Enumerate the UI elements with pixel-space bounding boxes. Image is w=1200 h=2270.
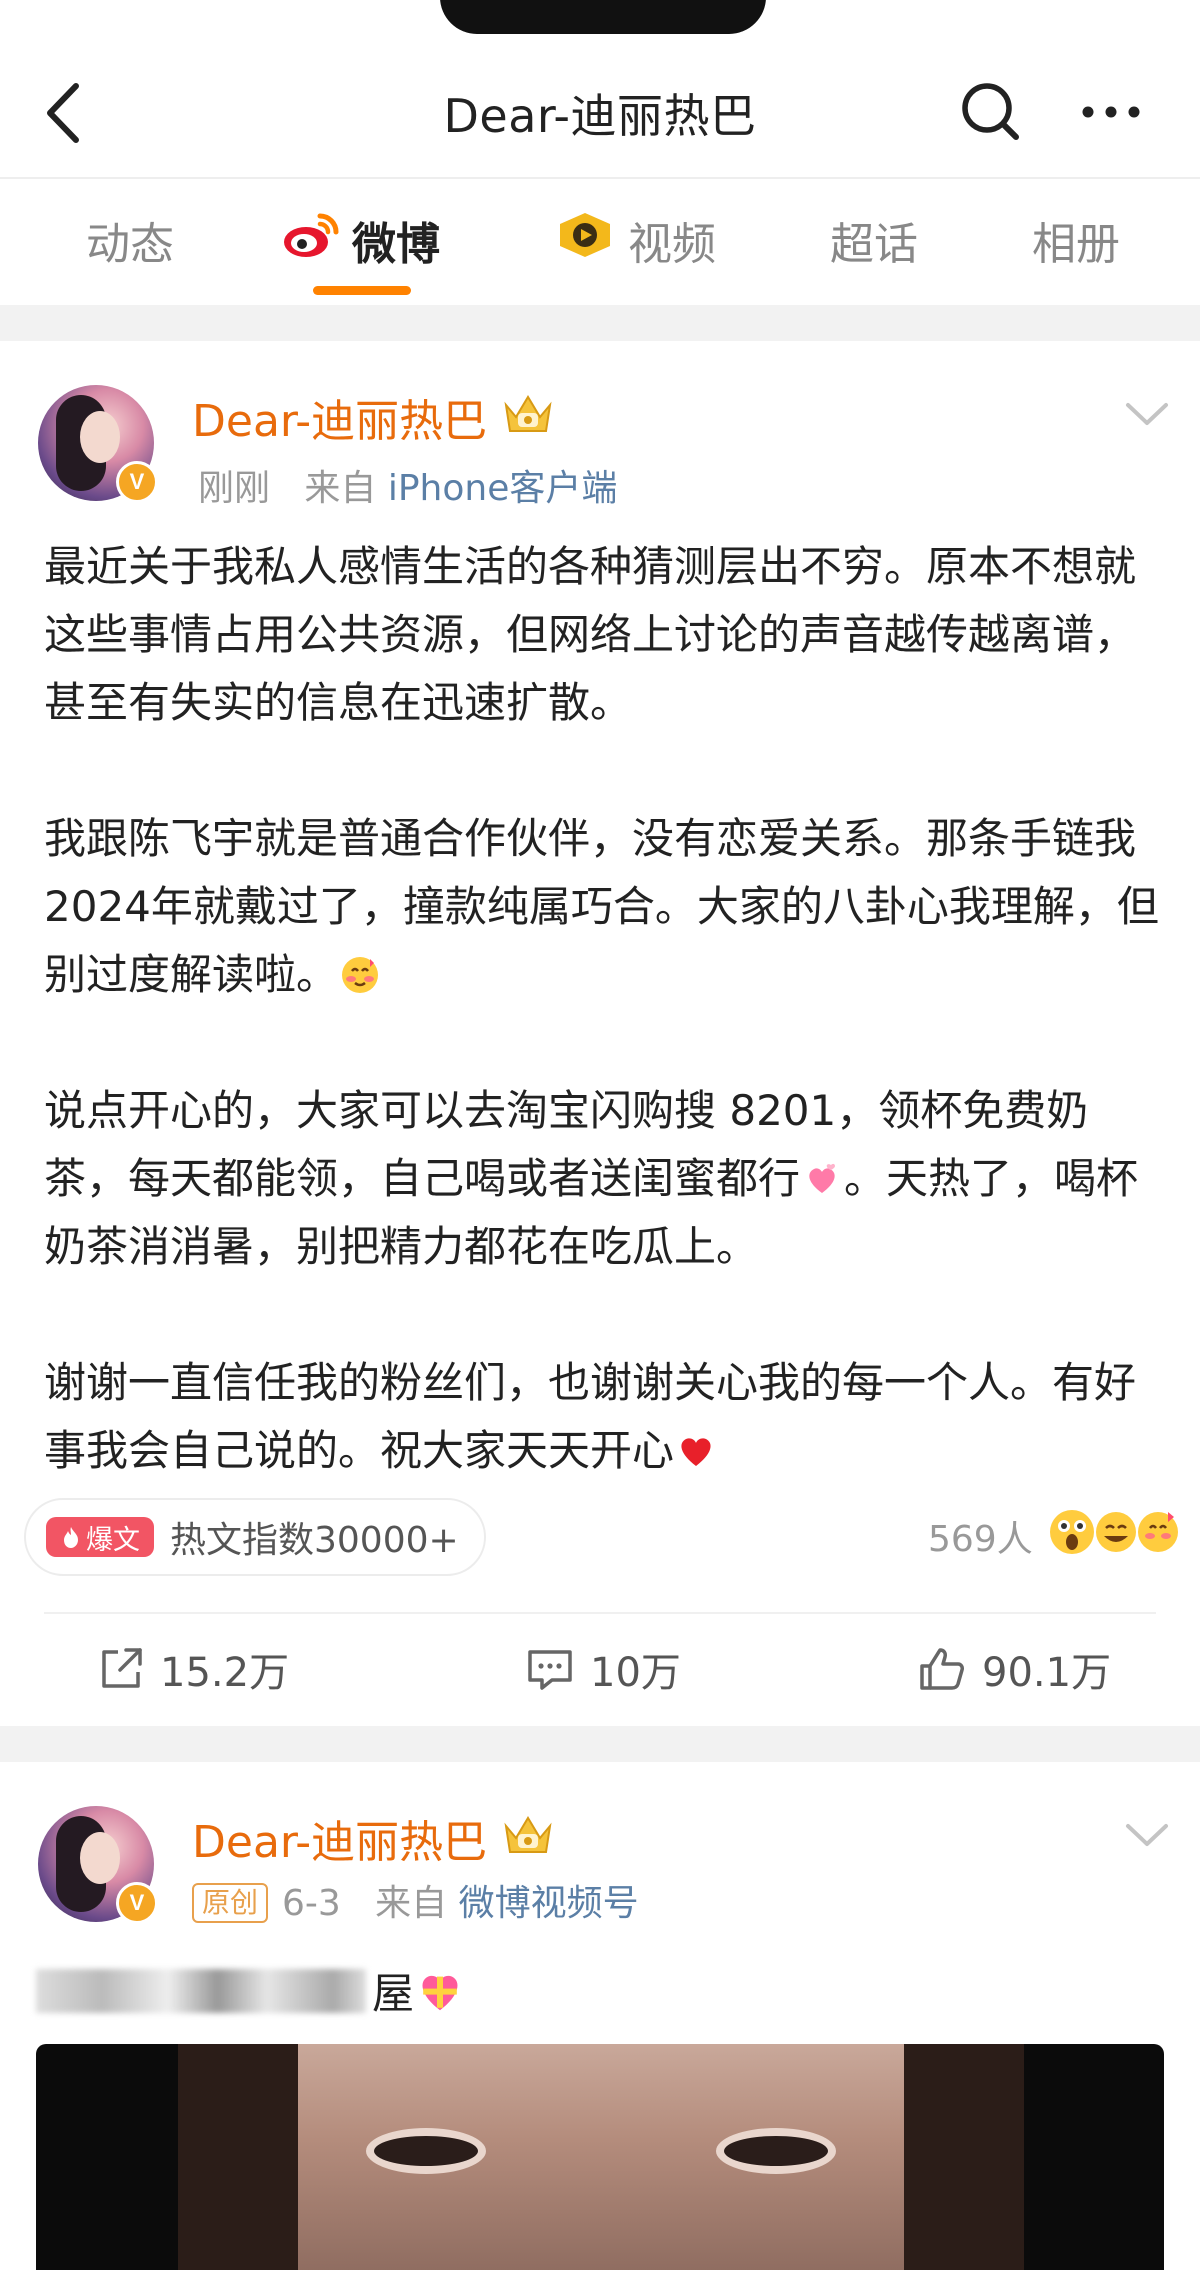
thumbnail-hair-right: [904, 2044, 1024, 2270]
pink-hearts-emoji-icon: [809, 1163, 836, 1193]
comment-button[interactable]: 10万: [524, 1640, 681, 1698]
tab-video[interactable]: 视频: [554, 210, 716, 270]
gift-heart-emoji-icon: [422, 1975, 458, 2010]
post-paragraph: 谢谢一直信任我的粉丝们，也谢谢关心我的每一个人。有好事我会自己说的。祝大家天天开…: [44, 1349, 1164, 1485]
repost-count: 15.2万: [160, 1650, 290, 1696]
comment-icon: [528, 1650, 572, 1690]
search-button[interactable]: [956, 76, 1026, 148]
profile-tabs: 动态 微博 视频 超话 相册: [0, 180, 1200, 305]
red-heart-emoji-icon: [681, 1438, 711, 1466]
source-prefix: 来自: [375, 1883, 448, 1924]
post-paragraph: 说点开心的，大家可以去淘宝闪购搜 8201，领杯免费奶茶，每天都能领，自己喝或者…: [44, 1077, 1164, 1281]
chevron-down-icon[interactable]: [1122, 1818, 1172, 1854]
paragraph-text: 最近关于我私人感情生活的各种猜测层出不穷。原本不想就这些事情占用公共资源，但网络…: [44, 542, 1137, 727]
comment-count: 10万: [590, 1650, 681, 1696]
username[interactable]: Dear-迪丽热巴: [192, 385, 487, 449]
blushing-face-emoji-icon: [342, 957, 379, 993]
thumbs-up-icon: [920, 1648, 964, 1690]
video-channel-icon: [554, 210, 616, 271]
post-source[interactable]: 微博视频号: [459, 1883, 639, 1924]
weibo-logo-icon: [282, 210, 340, 271]
crown-badge-icon: [504, 395, 552, 432]
tab-label: 超话: [830, 219, 918, 270]
fire-icon: [64, 1527, 78, 1548]
more-horizontal-icon: [1082, 106, 1140, 118]
crown-badge-icon: [504, 1816, 552, 1853]
section-gap: [0, 1726, 1200, 1762]
hot-tag-label: 爆文: [86, 1524, 140, 1556]
hot-article-pill[interactable]: 爆文 热文指数30000+: [24, 1498, 486, 1576]
active-tab-indicator: [313, 286, 411, 295]
tab-album[interactable]: 相册: [1032, 210, 1120, 270]
paragraph-text: 我跟陈飞宇就是普通合作伙伴，没有恋爱关系。那条手链我2024年就戴过了，撞款纯属…: [44, 814, 1159, 999]
hot-index-text: 热文指数30000+: [170, 1520, 459, 1561]
post-time: 刚刚: [198, 468, 271, 509]
thumbnail-hair-left: [178, 2044, 298, 2270]
header-divider: [0, 177, 1200, 179]
tab-label: 动态: [86, 219, 174, 270]
post-source[interactable]: iPhone客户端: [388, 468, 618, 509]
post-paragraph: 我跟陈飞宇就是普通合作伙伴，没有恋爱关系。那条手链我2024年就戴过了，撞款纯属…: [44, 805, 1164, 1009]
tab-weibo[interactable]: 微博: [282, 210, 440, 270]
post-paragraph: 最近关于我私人感情生活的各种猜测层出不穷。原本不想就这些事情占用公共资源，但网络…: [44, 533, 1164, 737]
tab-label: 视频: [628, 219, 716, 270]
top-navigation-bar: Dear-迪丽热巴: [0, 40, 1200, 180]
like-button[interactable]: 90.1万: [916, 1640, 1111, 1698]
blurred-text: [36, 1968, 366, 2013]
hot-tag: 爆文: [46, 1517, 154, 1557]
repost-button[interactable]: 15.2万: [96, 1640, 289, 1698]
post-meta: 刚刚 来自 iPhone客户端: [198, 459, 617, 511]
verified-badge-icon: V: [116, 461, 158, 503]
source-prefix: 来自: [304, 468, 377, 509]
dynamic-island: [440, 0, 766, 34]
thumbnail-eye-right: [716, 2128, 836, 2174]
thumbnail-photo: [178, 2044, 1024, 2270]
paragraph-text: 谢谢一直信任我的粉丝们，也谢谢关心我的每一个人。有好事我会自己说的。祝大家天天开…: [44, 1358, 1137, 1475]
tab-label: 微博: [352, 219, 440, 270]
section-gap: [0, 305, 1200, 341]
thumbnail-eye-left: [366, 2128, 486, 2174]
reaction-emojis-icon[interactable]: [1046, 1506, 1186, 1558]
tab-dongtai[interactable]: 动态: [86, 210, 174, 270]
post-meta: 原创 6-3 来自 微博视频号: [192, 1874, 639, 1926]
avatar-face: [80, 1832, 120, 1884]
post-body: 屋: [36, 1960, 466, 2021]
chevron-down-icon[interactable]: [1122, 397, 1172, 433]
paragraph-text: 屋: [372, 1969, 415, 2018]
tab-super-topic[interactable]: 超话: [830, 210, 918, 270]
post-body: 最近关于我私人感情生活的各种猜测层出不穷。原本不想就这些事情占用公共资源，但网络…: [44, 533, 1164, 1485]
original-label: 原创: [192, 1883, 269, 1923]
more-options-button[interactable]: [1076, 76, 1146, 148]
reaction-count: 569人: [928, 1519, 1033, 1560]
username[interactable]: Dear-迪丽热巴: [192, 1806, 487, 1870]
actions-divider: [44, 1612, 1156, 1614]
avatar-face: [80, 411, 120, 463]
like-count: 90.1万: [982, 1650, 1112, 1696]
post-date: 6-3: [282, 1883, 341, 1924]
search-icon: [962, 83, 1019, 140]
repost-icon: [102, 1648, 142, 1688]
video-thumbnail[interactable]: [36, 2044, 1164, 2270]
tab-label: 相册: [1032, 219, 1120, 270]
verified-badge-icon: V: [116, 1882, 158, 1924]
post-actions: 15.2万 10万 90.1万: [0, 1630, 1200, 1710]
